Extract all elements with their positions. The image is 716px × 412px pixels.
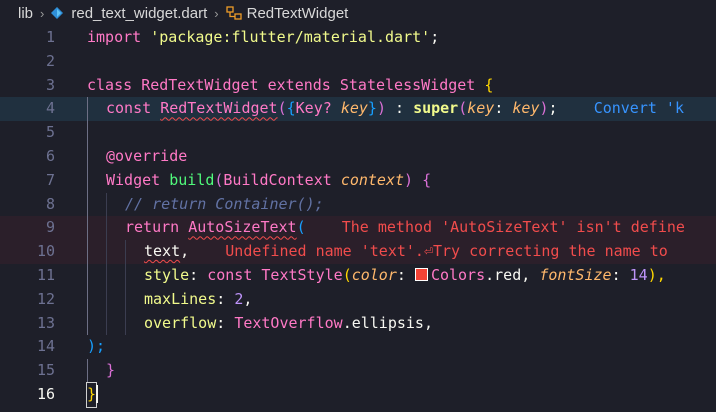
- breadcrumb-folder[interactable]: lib: [18, 5, 33, 22]
- indent-guide: [87, 192, 88, 217]
- indent-guide: [106, 240, 107, 264]
- code-line[interactable]: 14 );: [0, 335, 716, 359]
- indent-guide: [125, 287, 126, 312]
- line-number: 7: [45, 170, 55, 189]
- line-number: 12: [36, 289, 55, 308]
- code-line[interactable]: 11 style: const TextStyle(color: Colors.…: [0, 263, 716, 288]
- line-number: 11: [36, 265, 55, 284]
- code-line[interactable]: 1 import 'package:flutter/material.dart'…: [0, 26, 716, 50]
- line-number: 13: [36, 313, 55, 332]
- dart-file-icon: [51, 7, 64, 19]
- line-number: 15: [36, 361, 55, 380]
- line-number: 5: [45, 123, 55, 142]
- code-line[interactable]: 3 class RedTextWidget extends StatelessW…: [0, 74, 716, 98]
- indent-guide: [106, 311, 107, 336]
- code-area[interactable]: 1 import 'package:flutter/material.dart'…: [0, 26, 716, 408]
- indent-guide: [125, 311, 126, 336]
- indent-guide: [87, 97, 88, 122]
- line-content: class RedTextWidget extends StatelessWid…: [87, 75, 494, 94]
- line-number: 1: [45, 28, 55, 46]
- breadcrumb-file[interactable]: red_text_widget.dart: [51, 5, 207, 22]
- indent-guide: [106, 216, 107, 241]
- line-content: const RedTextWidget({Key? key}) : super(…: [106, 99, 684, 118]
- color-swatch[interactable]: [414, 267, 428, 281]
- code-line[interactable]: 2: [0, 50, 716, 74]
- text-cursor: [96, 384, 99, 403]
- inline-hint: Convert 'k: [593, 99, 684, 118]
- breadcrumb-file-label: red_text_widget.dart: [71, 4, 208, 22]
- code-line[interactable]: 16 }: [0, 381, 716, 408]
- indent-guide: [106, 263, 107, 288]
- line-content: Widget build(BuildContext context) {: [106, 170, 432, 189]
- breadcrumb-symbol-label: RedTextWidget: [246, 4, 349, 22]
- indent-guide: [87, 263, 88, 288]
- matched-bracket: }: [85, 381, 98, 408]
- line-number: 4: [45, 99, 55, 118]
- code-line[interactable]: 8 // return Container();: [0, 192, 716, 217]
- indent-guide: [106, 287, 107, 312]
- line-content: // return Container();: [125, 194, 324, 213]
- code-line[interactable]: 7 Widget build(BuildContext context) {: [0, 168, 716, 193]
- indent-guide: [106, 192, 107, 217]
- undefined-name: text: [144, 242, 181, 261]
- indent-guide: [125, 240, 126, 264]
- code-line-current[interactable]: 4 const RedTextWidget({Key? key}) : supe…: [0, 97, 716, 122]
- indent-guide: [87, 240, 88, 264]
- code-line[interactable]: 12 maxLines: 2,: [0, 287, 716, 312]
- class-symbol-icon: [225, 6, 242, 20]
- line-content: style: const TextStyle(color: Colors.red…: [144, 265, 666, 284]
- undefined-method: AutoSizeText: [188, 218, 297, 237]
- line-number: 8: [45, 194, 55, 213]
- code-line-error[interactable]: 9 return AutoSizeText( The method 'AutoS…: [0, 216, 716, 241]
- line-content: }: [85, 381, 99, 408]
- code-line-error[interactable]: 10 text, Undefined name 'text'.⏎Try corr…: [0, 240, 716, 264]
- indent-guide: [125, 263, 126, 288]
- breadcrumb-symbol[interactable]: RedTextWidget: [225, 4, 349, 22]
- indent-guide: [87, 311, 88, 336]
- breadcrumb: lib › red_text_widget.dart › RedTextWidg…: [0, 0, 716, 26]
- chevron-right-icon: ›: [40, 5, 45, 21]
- indent-guide: [87, 287, 88, 312]
- ctor-with-warning: RedTextWidget: [160, 99, 278, 118]
- indent-guide: [87, 168, 88, 193]
- code-line[interactable]: 5: [0, 121, 716, 145]
- line-content: );: [87, 337, 106, 356]
- line-number: 14: [36, 337, 55, 356]
- line-content: return AutoSizeText( The method 'AutoSiz…: [125, 218, 685, 237]
- line-content: overflow: TextOverflow.ellipsis,: [144, 313, 433, 332]
- line-content: text, Undefined name 'text'.⏎Try correct…: [144, 242, 668, 261]
- line-number: 3: [45, 75, 55, 94]
- breadcrumb-folder-label: lib: [18, 4, 34, 22]
- code-editor[interactable]: lib › red_text_widget.dart › RedTextWidg…: [0, 0, 716, 412]
- inline-error: The method 'AutoSizeText' isn't define: [341, 218, 685, 237]
- line-content: }: [106, 361, 116, 380]
- code-line[interactable]: 6 @override: [0, 144, 716, 169]
- indent-guide: [87, 121, 88, 145]
- line-number: 16: [36, 384, 55, 403]
- line-number: 10: [36, 242, 55, 261]
- line-number: 6: [45, 146, 55, 165]
- line-content: import 'package:flutter/material.dart';: [87, 28, 440, 46]
- code-line[interactable]: 15 }: [0, 359, 716, 383]
- indent-guide: [87, 216, 88, 241]
- chevron-right-icon: ›: [214, 5, 219, 21]
- line-number: 9: [45, 218, 55, 237]
- inline-error: Undefined name 'text'.⏎Try correcting th…: [225, 242, 668, 261]
- line-content: maxLines: 2,: [144, 289, 253, 308]
- indent-guide: [87, 359, 88, 383]
- indent-guide: [87, 144, 88, 169]
- code-line[interactable]: 13 overflow: TextOverflow.ellipsis,: [0, 311, 716, 336]
- line-content: @override: [106, 146, 188, 165]
- line-number: 2: [45, 51, 55, 70]
